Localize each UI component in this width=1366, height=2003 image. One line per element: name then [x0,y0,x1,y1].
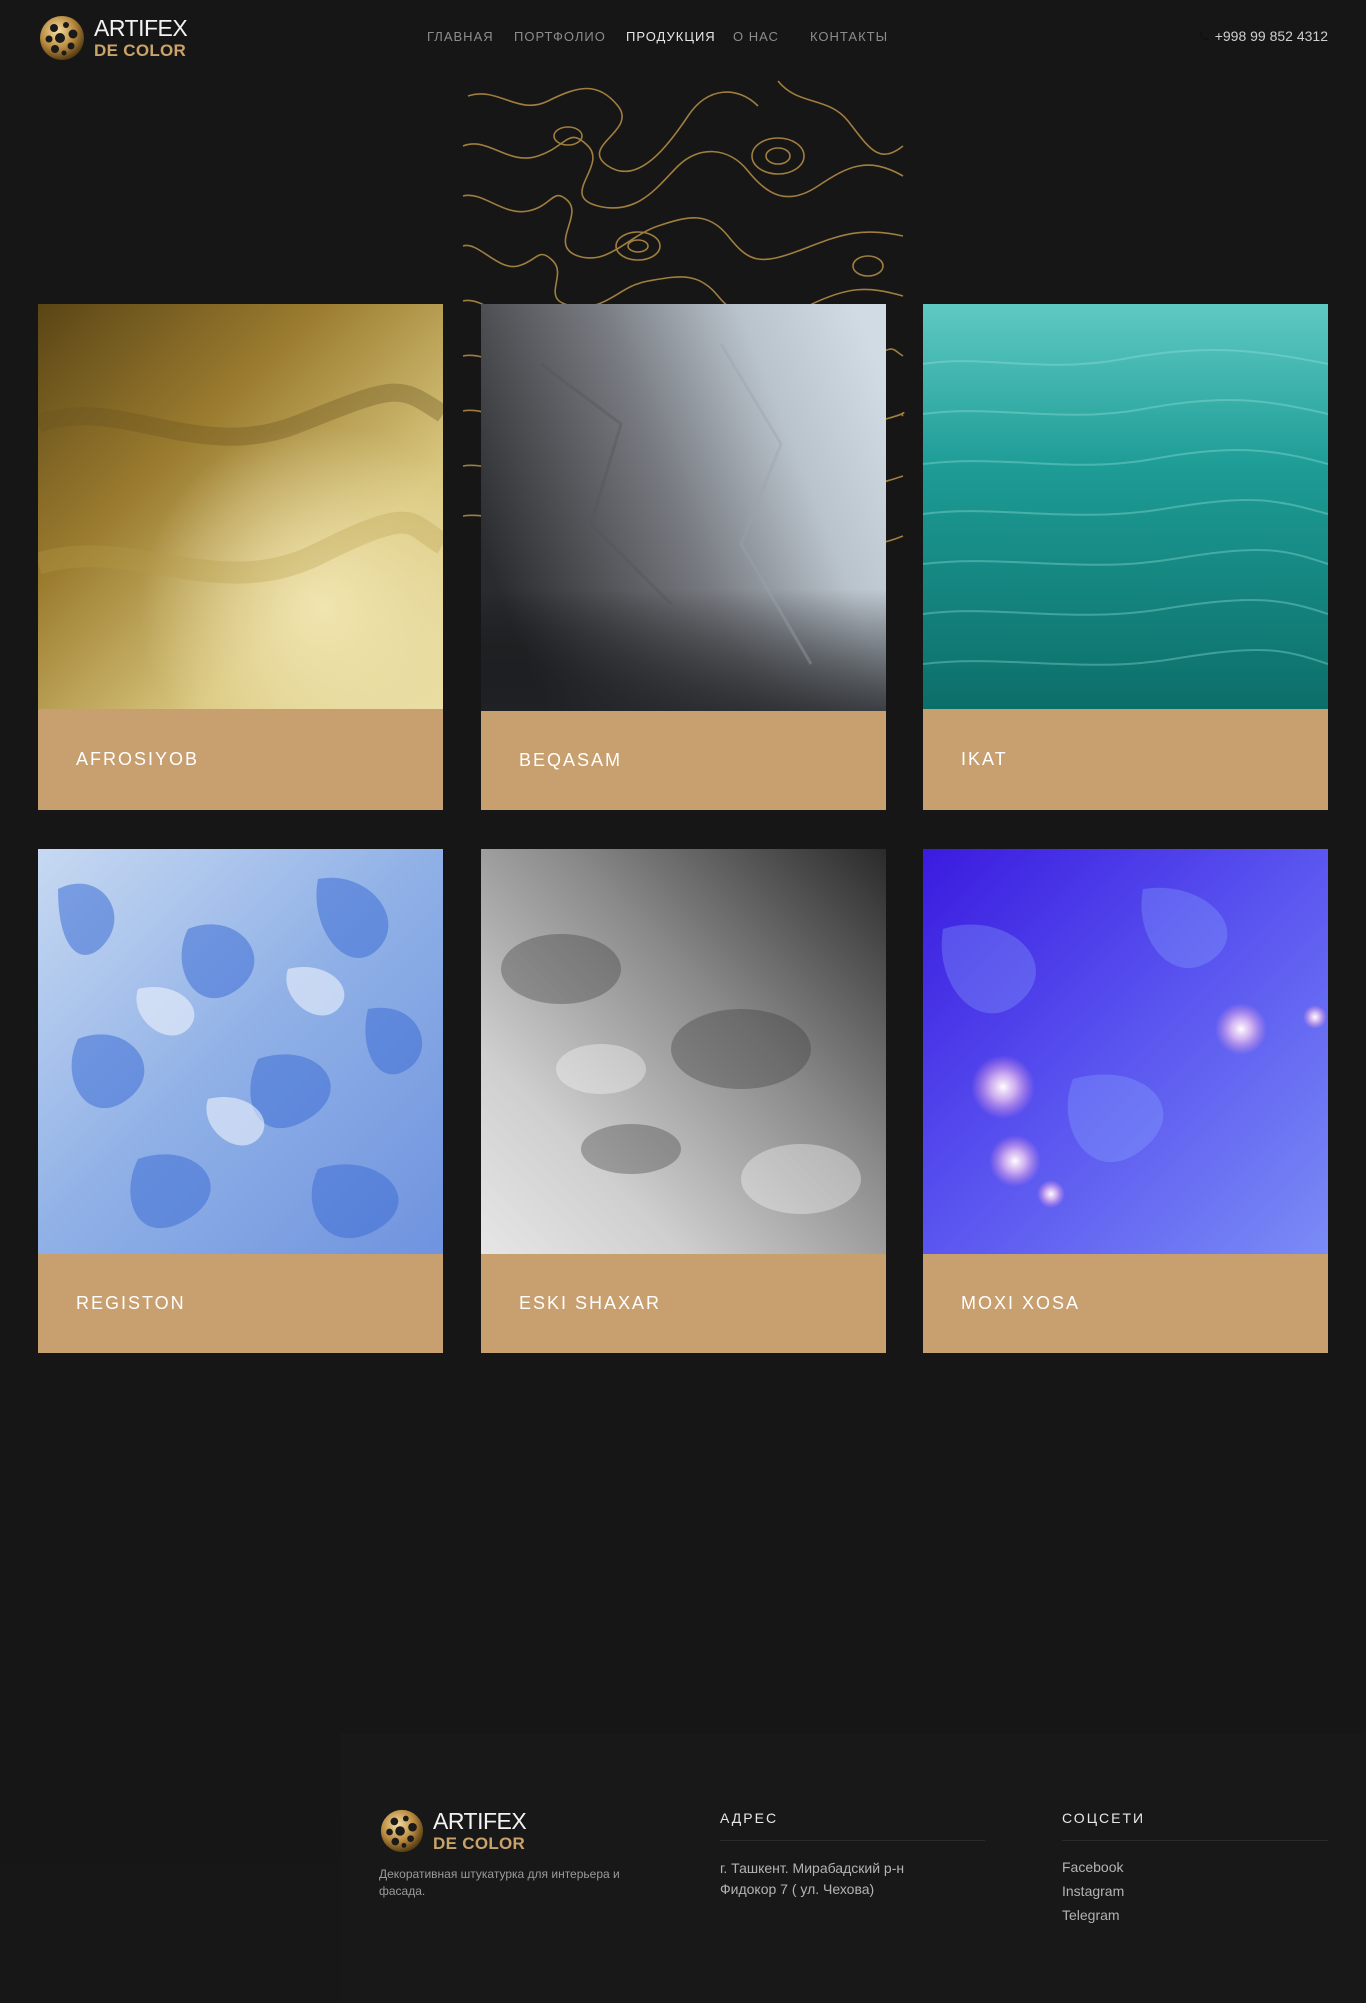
product-name: REGISTON [38,1254,443,1353]
footer-social-title: СОЦСЕТИ [1062,1810,1328,1841]
footer-address: г. Ташкент. Мирабадский р-н Фидокор 7 ( … [720,1858,980,1900]
nav-item-portfolio[interactable]: ПОРТФОЛИО [504,29,608,44]
footer-logo[interactable]: ARTIFEX DE COLOR [379,1808,527,1854]
footer-address-line1: г. Ташкент. Мирабадский р-н [720,1860,905,1876]
footer-logo-de: DE [433,1834,458,1853]
product-card-ikat[interactable]: IKAT [923,304,1328,810]
product-name: MOXI XOSA [923,1254,1328,1353]
logo[interactable]: ARTIFEX DE COLOR [38,14,188,62]
site-header: ARTIFEX DE COLOR ГЛАВНАЯ ПОРТФОЛИО ПРОДУ… [0,0,1366,76]
product-card-moxi-xosa[interactable]: MOXI XOSA [923,849,1328,1353]
product-image-registon [38,849,443,1254]
product-card-afrosiyob[interactable]: AFROSIYOB [38,304,443,810]
logo-de: DE [94,41,119,60]
main-nav: ГЛАВНАЯ ПОРТФОЛИО ПРОДУКЦИЯ О НАС КОНТАК… [427,29,910,44]
nav-item-home[interactable]: ГЛАВНАЯ [427,29,508,44]
product-card-registon[interactable]: REGISTON [38,849,443,1353]
footer-logo-color: COLOR [462,1834,526,1853]
logo-wordmark: ARTIFEX [94,15,188,41]
footer-description: Декоративная штукатурка для интерьера и … [379,1867,620,1898]
footer-address-title: АДРЕС [720,1810,985,1841]
product-image-moxi-xosa [923,849,1328,1254]
product-name: AFROSIYOB [38,709,443,810]
phone-icon [1199,31,1209,41]
product-image-ikat [923,304,1328,709]
product-image-eski-shaxar [481,849,886,1254]
product-image-afrosiyob [38,304,443,709]
logo-color: COLOR [123,41,187,60]
footer-logo-text: ARTIFEX DE COLOR [433,1808,527,1853]
product-image-beqasam [481,304,886,711]
footer-logo-subline: DE COLOR [433,1835,526,1852]
social-link-telegram[interactable]: Telegram [1062,1906,1124,1925]
footer-address-line2: Фидокор 7 ( ул. Чехова) [720,1881,875,1897]
social-link-facebook[interactable]: Facebook [1062,1858,1124,1877]
logo-emblem-icon [40,16,84,60]
product-name: IKAT [923,709,1328,810]
product-name: ESKI SHAXAR [481,1254,886,1353]
nav-item-about[interactable]: О НАС [733,29,810,44]
product-card-eski-shaxar[interactable]: ESKI SHAXAR [481,849,886,1353]
phone-number: +998 99 852 4312 [1214,28,1328,44]
logo-emblem-icon [380,1809,424,1853]
phone-link[interactable]: +998 99 852 4312 [1198,28,1328,44]
social-link-instagram[interactable]: Instagram [1062,1882,1124,1901]
logo-subline: DE COLOR [94,42,187,59]
nav-item-contacts[interactable]: КОНТАКТЫ [810,29,910,44]
product-name: BEQASAM [481,711,886,810]
product-card-beqasam[interactable]: BEQASAM [481,304,886,810]
footer-social-links: Facebook Instagram Telegram [1062,1858,1124,1925]
footer-logo-wordmark: ARTIFEX [433,1808,527,1834]
nav-item-products[interactable]: ПРОДУКЦИЯ [608,29,733,44]
logo-text: ARTIFEX DE COLOR [94,15,188,60]
